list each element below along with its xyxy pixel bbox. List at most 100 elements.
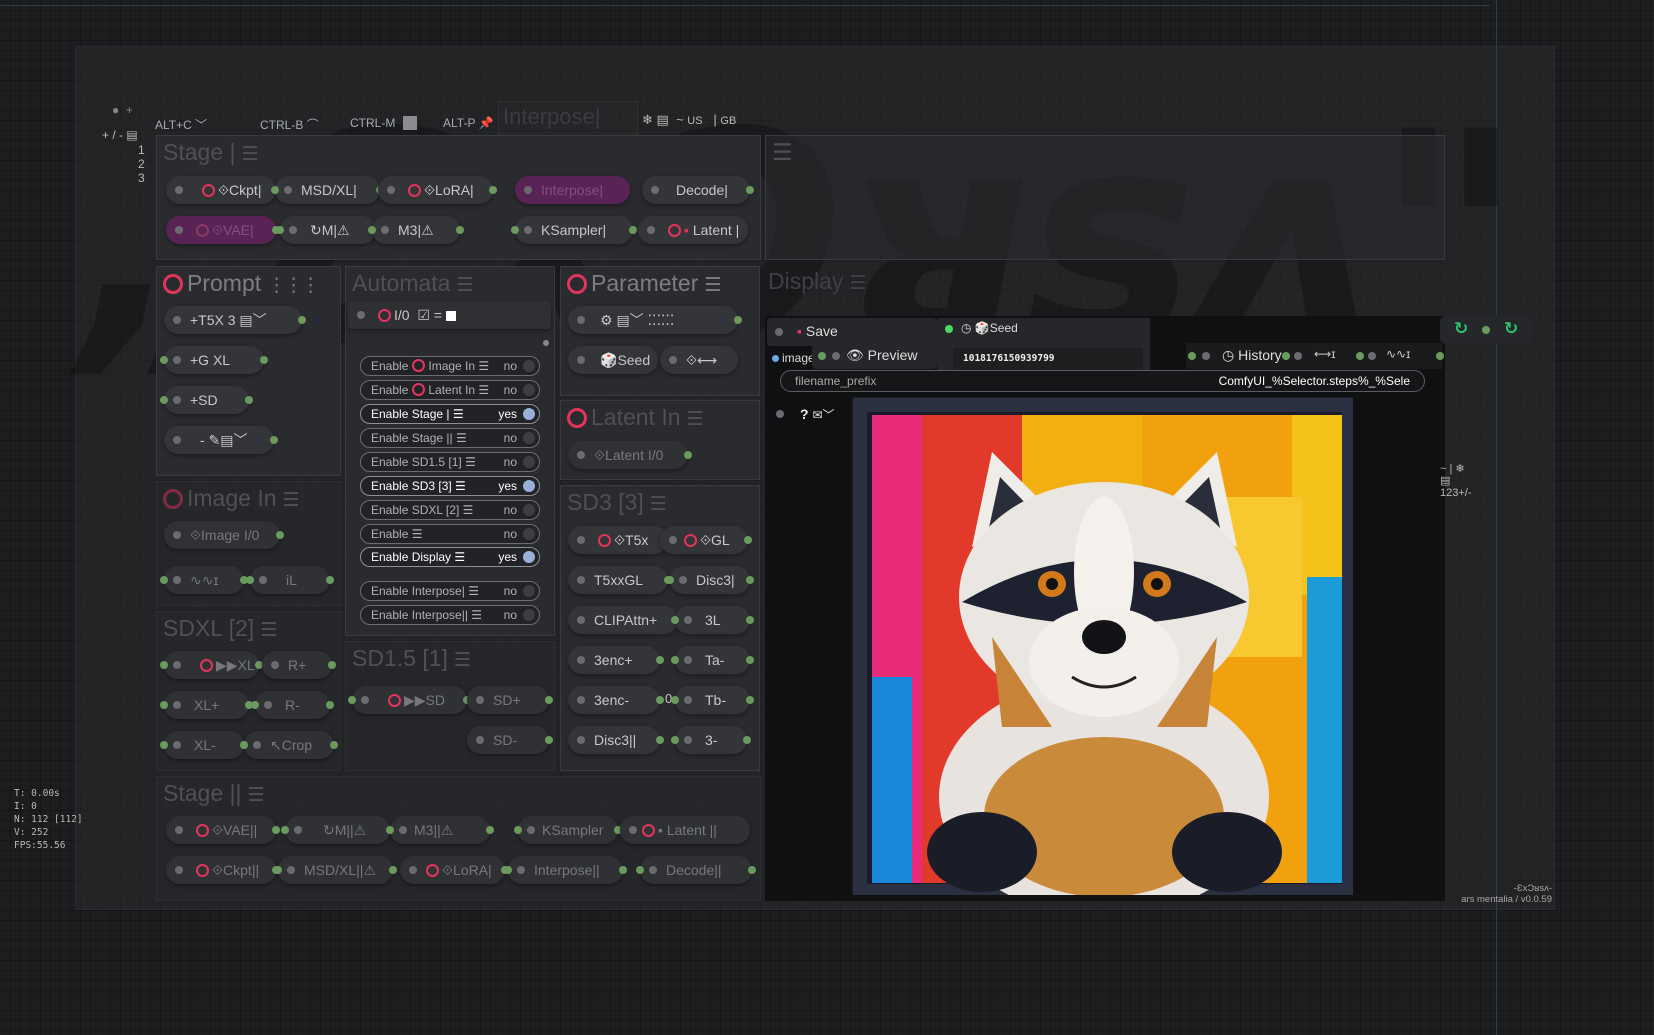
node-sd15-plus[interactable]: SD+ <box>467 686 553 714</box>
automata-toggle-row[interactable]: Enable Stage | ☰ yes <box>360 404 540 424</box>
toggle-knob[interactable] <box>523 551 535 563</box>
row-3[interactable]: 3 <box>138 171 145 185</box>
row-2[interactable]: 2 <box>138 157 145 171</box>
toggle-knob[interactable] <box>523 432 535 444</box>
node-image-io[interactable]: ⟐Image I/0 <box>164 521 284 549</box>
automata-toggle-row[interactable]: Enable ☰ no <box>360 524 540 544</box>
node-sdxl-r-minus[interactable]: R- <box>251 691 334 719</box>
node-parameter-settings[interactable]: ⚙ ▤﹀ ⁚⁚⁚⁚⁚⁚ <box>568 306 742 334</box>
toggle-knob[interactable] <box>523 528 535 540</box>
node-ksampler[interactable]: KSampler| <box>511 216 637 244</box>
preview-node[interactable]: 👁 Preview <box>812 343 937 369</box>
node-sd15-play[interactable]: ▶▶SD <box>348 686 471 714</box>
node-vae[interactable]: ⟐VAE| <box>166 216 280 244</box>
node-parameter-seed[interactable]: 🎲Seed <box>568 346 658 374</box>
node-stage2-lora[interactable]: ⟐LoRA| <box>400 856 509 884</box>
node-sd3-disc3-2[interactable]: Disc3|| <box>568 726 664 754</box>
node-parameter-arrows[interactable]: ⟐⟷ <box>660 346 738 374</box>
node-sd3-tb-minus[interactable]: Tb- <box>671 686 754 714</box>
node-stage2-merge[interactable]: ↻M||⚠ <box>281 816 394 844</box>
shortcut-alt-p[interactable]: ALT-P 📌 <box>443 116 494 130</box>
automata-toggle-row[interactable]: Enable Image In ☰ no <box>360 356 540 376</box>
node-lora[interactable]: ⟐LoRA| <box>378 176 497 204</box>
grip-icon[interactable]: ☰ <box>849 272 866 295</box>
node-m3[interactable]: M3|⚠ <box>368 216 464 244</box>
node-sd3-t5xxgl[interactable]: T5xxGL <box>568 566 672 594</box>
automata-toggle-row[interactable]: Enable SD3 [3] ☰ yes <box>360 476 540 496</box>
filename-prefix-field[interactable]: filename_prefix ComfyUI_%Selector.steps%… <box>780 370 1425 392</box>
node-stage2-ckpt[interactable]: ⟐Ckpt|| <box>166 856 280 884</box>
node-image-wave[interactable]: ∿∿ɪ <box>160 566 248 594</box>
node-decode[interactable]: Decode| <box>642 176 754 204</box>
grip-icon[interactable]: ☰ <box>456 272 473 300</box>
automata-toggle-row[interactable]: Enable Interpose|| ☰ no <box>360 605 540 625</box>
node-prompt-t5x[interactable]: +T5X 3 ▤﹀ <box>164 306 306 334</box>
grip-icon[interactable]: ☰ <box>241 141 258 169</box>
node-sdxl-r-plus[interactable]: R+ <box>262 651 336 679</box>
node-sdxl-crop[interactable]: ↖Crop <box>240 731 338 759</box>
grip-icon[interactable]: ☰ <box>772 138 793 166</box>
snowflake-icon[interactable]: ❄ <box>1455 463 1464 475</box>
grip-icon[interactable]: ☰ <box>260 617 277 645</box>
node-image-il[interactable]: iL <box>246 566 334 594</box>
node-msd-xl[interactable]: MSD/XL| <box>271 176 384 204</box>
grip-icon[interactable]: ☰ <box>704 272 721 300</box>
node-sdxl-xl-minus[interactable]: XL- <box>160 731 248 759</box>
toggle-knob[interactable] <box>523 609 535 621</box>
grip-icon[interactable]: ☰ <box>650 491 667 519</box>
grip-icon[interactable]: ☰ <box>454 647 471 675</box>
automata-toggle-row[interactable]: Enable Stage || ☰ no <box>360 428 540 448</box>
toggle-knob[interactable] <box>523 408 535 420</box>
node-prompt-gxl[interactable]: +G XL <box>160 346 268 374</box>
node-stage2-m3[interactable]: M3||⚠ <box>386 816 494 844</box>
node-latent-io[interactable]: ⟐Latent I/0 <box>568 441 692 469</box>
node-sd3-3enc-plus[interactable]: 3enc+ <box>568 646 664 674</box>
refresh-icon[interactable]: ↻ <box>1454 319 1468 339</box>
shortcut-alt-c[interactable]: ALT+C ﹀ <box>155 116 207 133</box>
node-stage2-ksampler[interactable]: KSampler <box>514 816 622 844</box>
automata-toggle-row[interactable]: Enable Display ☰ yes <box>360 547 540 567</box>
node-sd3-clipattn[interactable]: CLIPAttn+ <box>568 606 682 634</box>
node-sd3-gl[interactable]: ⟐GL <box>660 526 752 554</box>
node-sd3-3enc-minus[interactable]: 3enc- <box>568 686 664 714</box>
toggle-knob[interactable] <box>523 504 535 516</box>
lang-gb[interactable]: GB <box>720 115 736 127</box>
node-sd3-3l[interactable]: 3L <box>671 606 754 634</box>
node-stage2-vae[interactable]: ⟐VAE|| <box>166 816 280 844</box>
toggle-knob[interactable] <box>523 360 535 372</box>
node-prompt-negative[interactable]: - ✎▤﹀ <box>164 426 278 454</box>
keyboard-icon[interactable]: ▤ <box>1440 475 1472 487</box>
node-stage2-decode[interactable]: Decode|| <box>636 856 756 884</box>
node-automata-io[interactable]: I/0 ☑ = <box>348 301 551 329</box>
toggle-knob[interactable] <box>523 384 535 396</box>
lang-us[interactable]: US <box>687 115 702 127</box>
automata-toggle-row[interactable]: Enable SDXL [2] ☰ no <box>360 500 540 520</box>
automata-toggle-row[interactable]: Enable SD1.5 [1] ☰ no <box>360 452 540 472</box>
node-sd3-disc3[interactable]: Disc3| <box>666 566 754 594</box>
toggle-rows-button[interactable]: + / - ▤ <box>102 128 138 142</box>
seed-node[interactable]: ◷ 🎲Seed 1018176150939799 <box>937 318 1150 378</box>
snowflake-icon[interactable]: ❄ <box>642 112 653 127</box>
toggle-knob[interactable] <box>523 480 535 492</box>
node-sdxl-xl-plus[interactable]: XL+ <box>160 691 253 719</box>
grip-icon[interactable]: ⋮⋮⋮ <box>267 272 320 300</box>
node-merge[interactable]: ↻M|⚠ <box>276 216 380 244</box>
toggle-knob[interactable] <box>523 585 535 597</box>
toggle-knob[interactable] <box>523 456 535 468</box>
refresh-icon[interactable]: ↻ <box>1504 319 1518 339</box>
save-node[interactable]: ▪ Save <box>767 318 937 346</box>
node-stage2-latent[interactable]: ▪ Latent || <box>620 816 750 844</box>
grip-icon[interactable]: ☰ <box>247 782 264 810</box>
grip-icon[interactable]: ☰ <box>283 487 300 515</box>
node-stage2-msdxl[interactable]: MSD/XL||⚠ <box>274 856 397 884</box>
automata-toggle-row[interactable]: Enable Latent In ☰ no <box>360 380 540 400</box>
node-sd15-minus[interactable]: SD- <box>467 726 553 754</box>
node-latent[interactable]: ▪ Latent | <box>638 216 748 244</box>
history-node[interactable]: ◷ History ⟷ɪ ∿∿ɪ <box>1186 343 1444 369</box>
node-sd3-t5x[interactable]: ⟐T5x <box>568 526 668 554</box>
automata-toggle-row[interactable]: Enable Interpose| ☰ no <box>360 581 540 601</box>
shortcut-ctrl-m[interactable]: CTRL-M <box>350 116 417 130</box>
node-stage2-interpose[interactable]: Interpose|| <box>504 856 627 884</box>
grip-icon[interactable]: ☰ <box>687 406 704 434</box>
row-1[interactable]: 1 <box>138 143 145 157</box>
